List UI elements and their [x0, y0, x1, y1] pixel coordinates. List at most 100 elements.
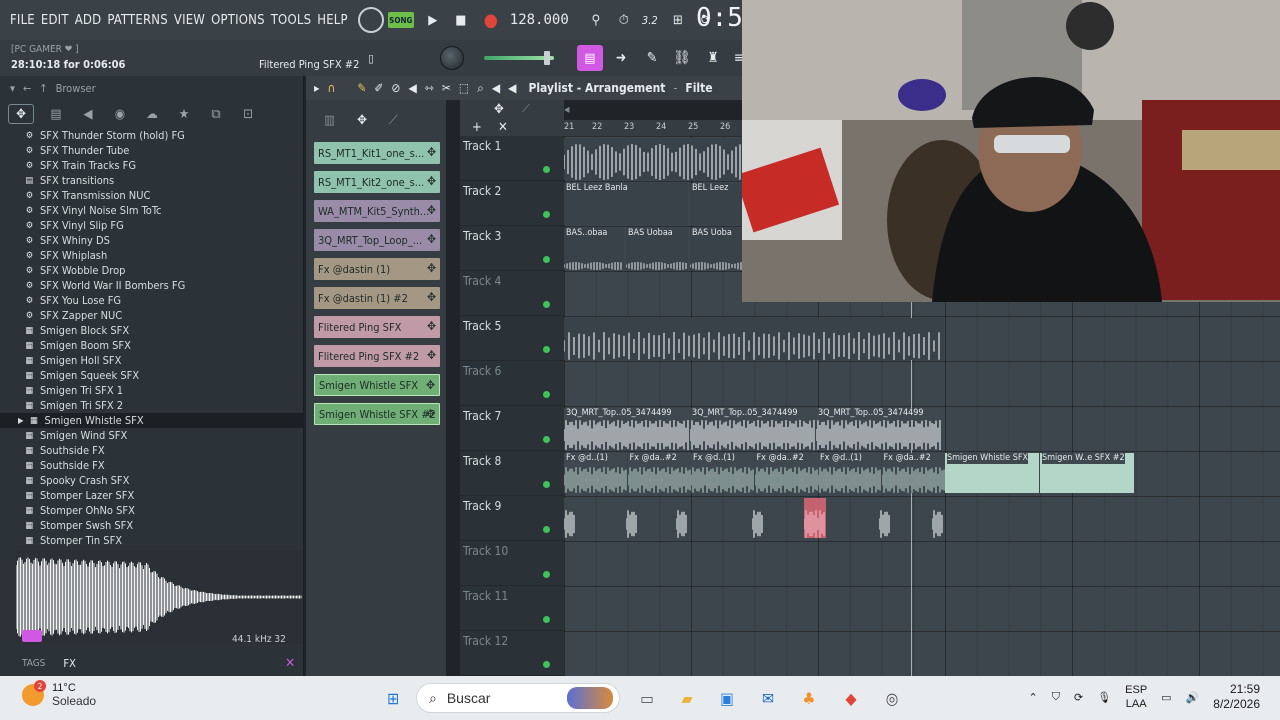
playback-icon[interactable]: ◀ — [492, 81, 500, 95]
drag-handle-icon[interactable]: ✥ — [426, 407, 435, 421]
folder-filter-icon[interactable]: ⧉ — [206, 104, 226, 124]
menu-help[interactable]: HELP — [317, 13, 348, 28]
close-icon[interactable]: ✕ — [285, 656, 295, 671]
step-edit-icon[interactable]: ⊞ — [667, 9, 689, 31]
piano-icon[interactable]: ▥ — [324, 113, 335, 128]
master-pitch-knob[interactable] — [440, 46, 464, 70]
track-header[interactable]: Track 12 — [460, 631, 564, 676]
pencil-tool-icon[interactable]: ✎ — [641, 47, 663, 69]
move-icon[interactable]: ✥ — [494, 102, 504, 117]
browser-item[interactable]: ▤ SFX transitions — [0, 173, 303, 188]
picker-item[interactable]: RS_MT1_Kit1_one_s... ✥ — [314, 142, 440, 164]
track-header[interactable]: Track 7 — [460, 406, 564, 451]
browser-item[interactable]: ▦ Smigen Tri SFX 2 — [0, 398, 303, 413]
picker-item[interactable]: 3Q_MRT_Top_Loop_... ✥ — [314, 229, 440, 251]
track-header[interactable]: Track 8 — [460, 451, 564, 496]
star-filter-icon[interactable]: ★ — [174, 104, 194, 124]
browser-item[interactable]: ⚙ SFX Vinyl Noise Slm ToTc — [0, 203, 303, 218]
clip[interactable]: Fx @da..#2 — [754, 453, 818, 493]
clip[interactable]: BAS Uobaa — [626, 228, 688, 270]
track-mute-led[interactable] — [543, 166, 550, 173]
ping-clip[interactable] — [752, 498, 764, 538]
record-icon[interactable]: ● — [480, 9, 502, 31]
clip[interactable]: BAS Uoba — [690, 228, 742, 270]
master-volume-slider[interactable] — [484, 51, 554, 65]
draw-icon[interactable]: ✎ — [357, 81, 366, 95]
browser-item[interactable]: ⚙ SFX Vinyl Slip FG — [0, 218, 303, 233]
stop-icon[interactable]: ■ — [450, 9, 472, 31]
clip[interactable]: Fx @d..(1) — [818, 453, 881, 493]
speaker-filter-icon[interactable]: ◀ — [78, 104, 98, 124]
ping-clip[interactable] — [626, 498, 638, 538]
browser-item[interactable]: ▦ Southside FX — [0, 458, 303, 473]
clip[interactable]: BEL Leez — [690, 183, 742, 225]
picker-item[interactable]: Flitered Ping SFX #2 ✥ — [314, 345, 440, 367]
zoom-icon[interactable]: ⌕ — [477, 81, 484, 96]
track-mute-led[interactable] — [543, 571, 550, 578]
link-icon[interactable]: ⛓ — [671, 47, 693, 69]
all-filter-icon[interactable]: ✥ — [8, 104, 34, 124]
wait-input-icon[interactable]: ⏱ — [613, 9, 635, 31]
track-mute-led[interactable] — [543, 526, 550, 533]
ping-clip[interactable] — [676, 498, 688, 538]
taskbar-clock[interactable]: 21:59 8/2/2026 — [1213, 682, 1260, 712]
track-header[interactable]: Track 9 — [460, 496, 564, 541]
magnet-icon[interactable]: ∩ — [327, 81, 335, 95]
drag-handle-icon[interactable]: ✥ — [427, 145, 436, 159]
browser-item[interactable]: ⚙ SFX Train Tracks FG — [0, 158, 303, 173]
weather-widget[interactable]: 2 11°C Soleado — [22, 680, 96, 708]
track-header[interactable]: Track 5 — [460, 316, 564, 361]
picker-item[interactable]: Fx @dastin (1) ✥ — [314, 258, 440, 280]
song-mode-toggle[interactable]: SONG — [387, 12, 414, 28]
clip[interactable]: 3Q_MRT_Top..05_3474499 — [564, 408, 689, 450]
file-explorer-icon[interactable]: ▰ — [674, 685, 700, 711]
track-mute-led[interactable] — [543, 661, 550, 668]
arrow-right-icon[interactable]: ➜ — [610, 47, 632, 69]
browser-item[interactable]: ▦ Smigen Holl SFX — [0, 353, 303, 368]
ping-clip[interactable] — [804, 498, 826, 538]
tempo-display[interactable]: 128.000 — [510, 12, 569, 28]
browser-item[interactable]: ▦ Southside FX — [0, 443, 303, 458]
clip[interactable]: 3Q_MRT_Top..05_3474499 — [690, 408, 815, 450]
picker-item[interactable]: Smigen Whistle SFX ✥ — [314, 374, 440, 396]
browser-item[interactable]: ▦ Stomper Swsh SFX — [0, 518, 303, 533]
browser-item[interactable]: ⚙ SFX Whiny DS — [0, 233, 303, 248]
clip[interactable]: BEL Leez Banla — [564, 183, 688, 225]
menu-tools[interactable]: TOOLS — [271, 13, 312, 28]
browser-item[interactable]: ▦ Stomper Lazer SFX — [0, 488, 303, 503]
store-icon[interactable]: ▣ — [714, 685, 740, 711]
fl-studio-icon[interactable]: ♣ — [796, 685, 822, 711]
folder-add-icon[interactable]: ⊡ — [238, 104, 258, 124]
mic-icon[interactable]: 🎙 — [1097, 691, 1111, 704]
drag-handle-icon[interactable]: ✥ — [427, 261, 436, 275]
plugin-filter-icon[interactable]: ◉ — [110, 104, 130, 124]
automation-icon[interactable]: ⟋ — [389, 113, 398, 128]
picker-item[interactable]: Smigen Whistle SFX #2 ✥ — [314, 403, 440, 425]
expand-arrow-icon[interactable]: ▶ — [18, 416, 24, 425]
add-icon[interactable]: + — [472, 120, 482, 135]
files-filter-icon[interactable]: ▤ — [46, 104, 66, 124]
track-mute-led[interactable] — [543, 211, 550, 218]
play-icon[interactable]: ▶ — [422, 9, 444, 31]
brave-icon[interactable]: ◆ — [838, 685, 864, 711]
curve-icon[interactable]: ⟋ — [522, 102, 530, 116]
menu-options[interactable]: OPTIONS — [211, 13, 265, 28]
menu-arrow-icon[interactable]: ▸ — [314, 81, 319, 95]
picker-item[interactable]: WA_MTM_Kit5_Synth... ✥ — [314, 200, 440, 222]
track-mute-led[interactable] — [543, 436, 550, 443]
ping-clip[interactable] — [879, 498, 891, 538]
drag-handle-icon[interactable]: ✥ — [427, 319, 436, 333]
browser-item[interactable]: ▶ ▦ Smigen Whistle SFX — [0, 413, 303, 428]
browser-item[interactable]: ▦ Smigen Squeek SFX — [0, 368, 303, 383]
chrome-icon[interactable]: ◎ — [879, 685, 905, 711]
track-mute-led[interactable] — [543, 346, 550, 353]
sync-icon[interactable]: ⟳ — [1074, 691, 1083, 704]
tags-value[interactable]: FX — [63, 657, 75, 670]
clip[interactable]: Fx @d..(1) — [691, 453, 754, 493]
browser-item[interactable]: ⚙ SFX Zapper NUC — [0, 308, 303, 323]
picker-item[interactable]: Fx @dastin (1) #2 ✥ — [314, 287, 440, 309]
delete-icon[interactable]: ⊘ — [391, 81, 400, 95]
slip-icon[interactable]: ⇿ — [425, 81, 434, 95]
timeline-ruler[interactable]: 21 22 23 24 25 26 — [564, 120, 742, 136]
browser-item[interactable]: ▦ Smigen Wind SFX — [0, 428, 303, 443]
